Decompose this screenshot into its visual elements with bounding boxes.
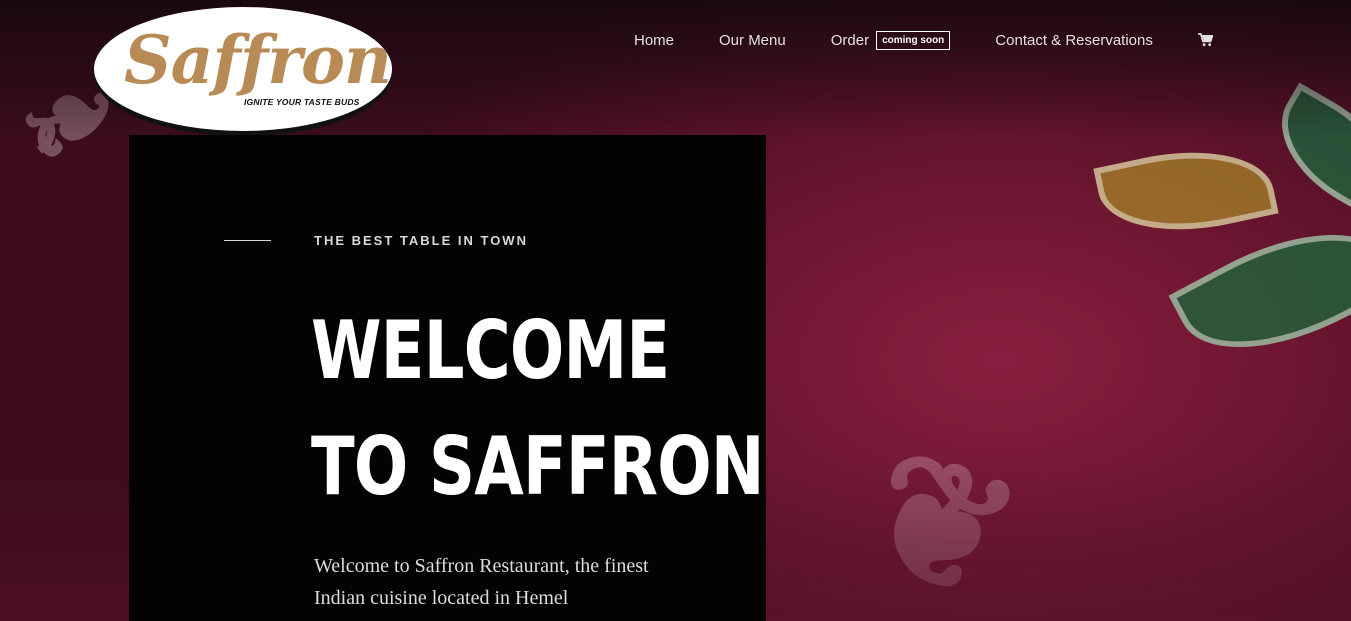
- hero-eyebrow: THE BEST TABLE IN TOWN: [314, 233, 528, 248]
- coming-soon-badge: coming soon: [876, 30, 951, 50]
- saffron-logo[interactable]: Saffron IGNITE YOUR TASTE BUDS: [94, 7, 392, 131]
- cart-button[interactable]: [1197, 33, 1213, 47]
- main-navigation: Home Our Menu Order coming soon Contact …: [634, 30, 1213, 50]
- logo-tagline: IGNITE YOUR TASTE BUDS: [244, 97, 360, 107]
- headline-line-1: WELCOME: [311, 304, 670, 397]
- shopping-cart-icon: [1197, 33, 1213, 47]
- nav-contact-reservations[interactable]: Contact & Reservations: [995, 32, 1153, 49]
- hero-intro-text: Welcome to Saffron Restaurant, the fines…: [314, 555, 649, 609]
- logo-wordmark: Saffron: [124, 21, 392, 99]
- headline-line-2: TO SAFFRON: [311, 420, 764, 513]
- nav-our-menu[interactable]: Our Menu: [719, 32, 786, 49]
- hero-headline: WELCOME TO SAFFRON: [311, 293, 764, 525]
- nav-order[interactable]: Order: [831, 32, 869, 49]
- eyebrow-divider: [224, 240, 271, 241]
- bg-leaf-decoration: [1093, 133, 1279, 249]
- welcome-card: THE BEST TABLE IN TOWN WELCOME TO SAFFRON…: [129, 135, 766, 621]
- nav-home[interactable]: Home: [634, 32, 674, 49]
